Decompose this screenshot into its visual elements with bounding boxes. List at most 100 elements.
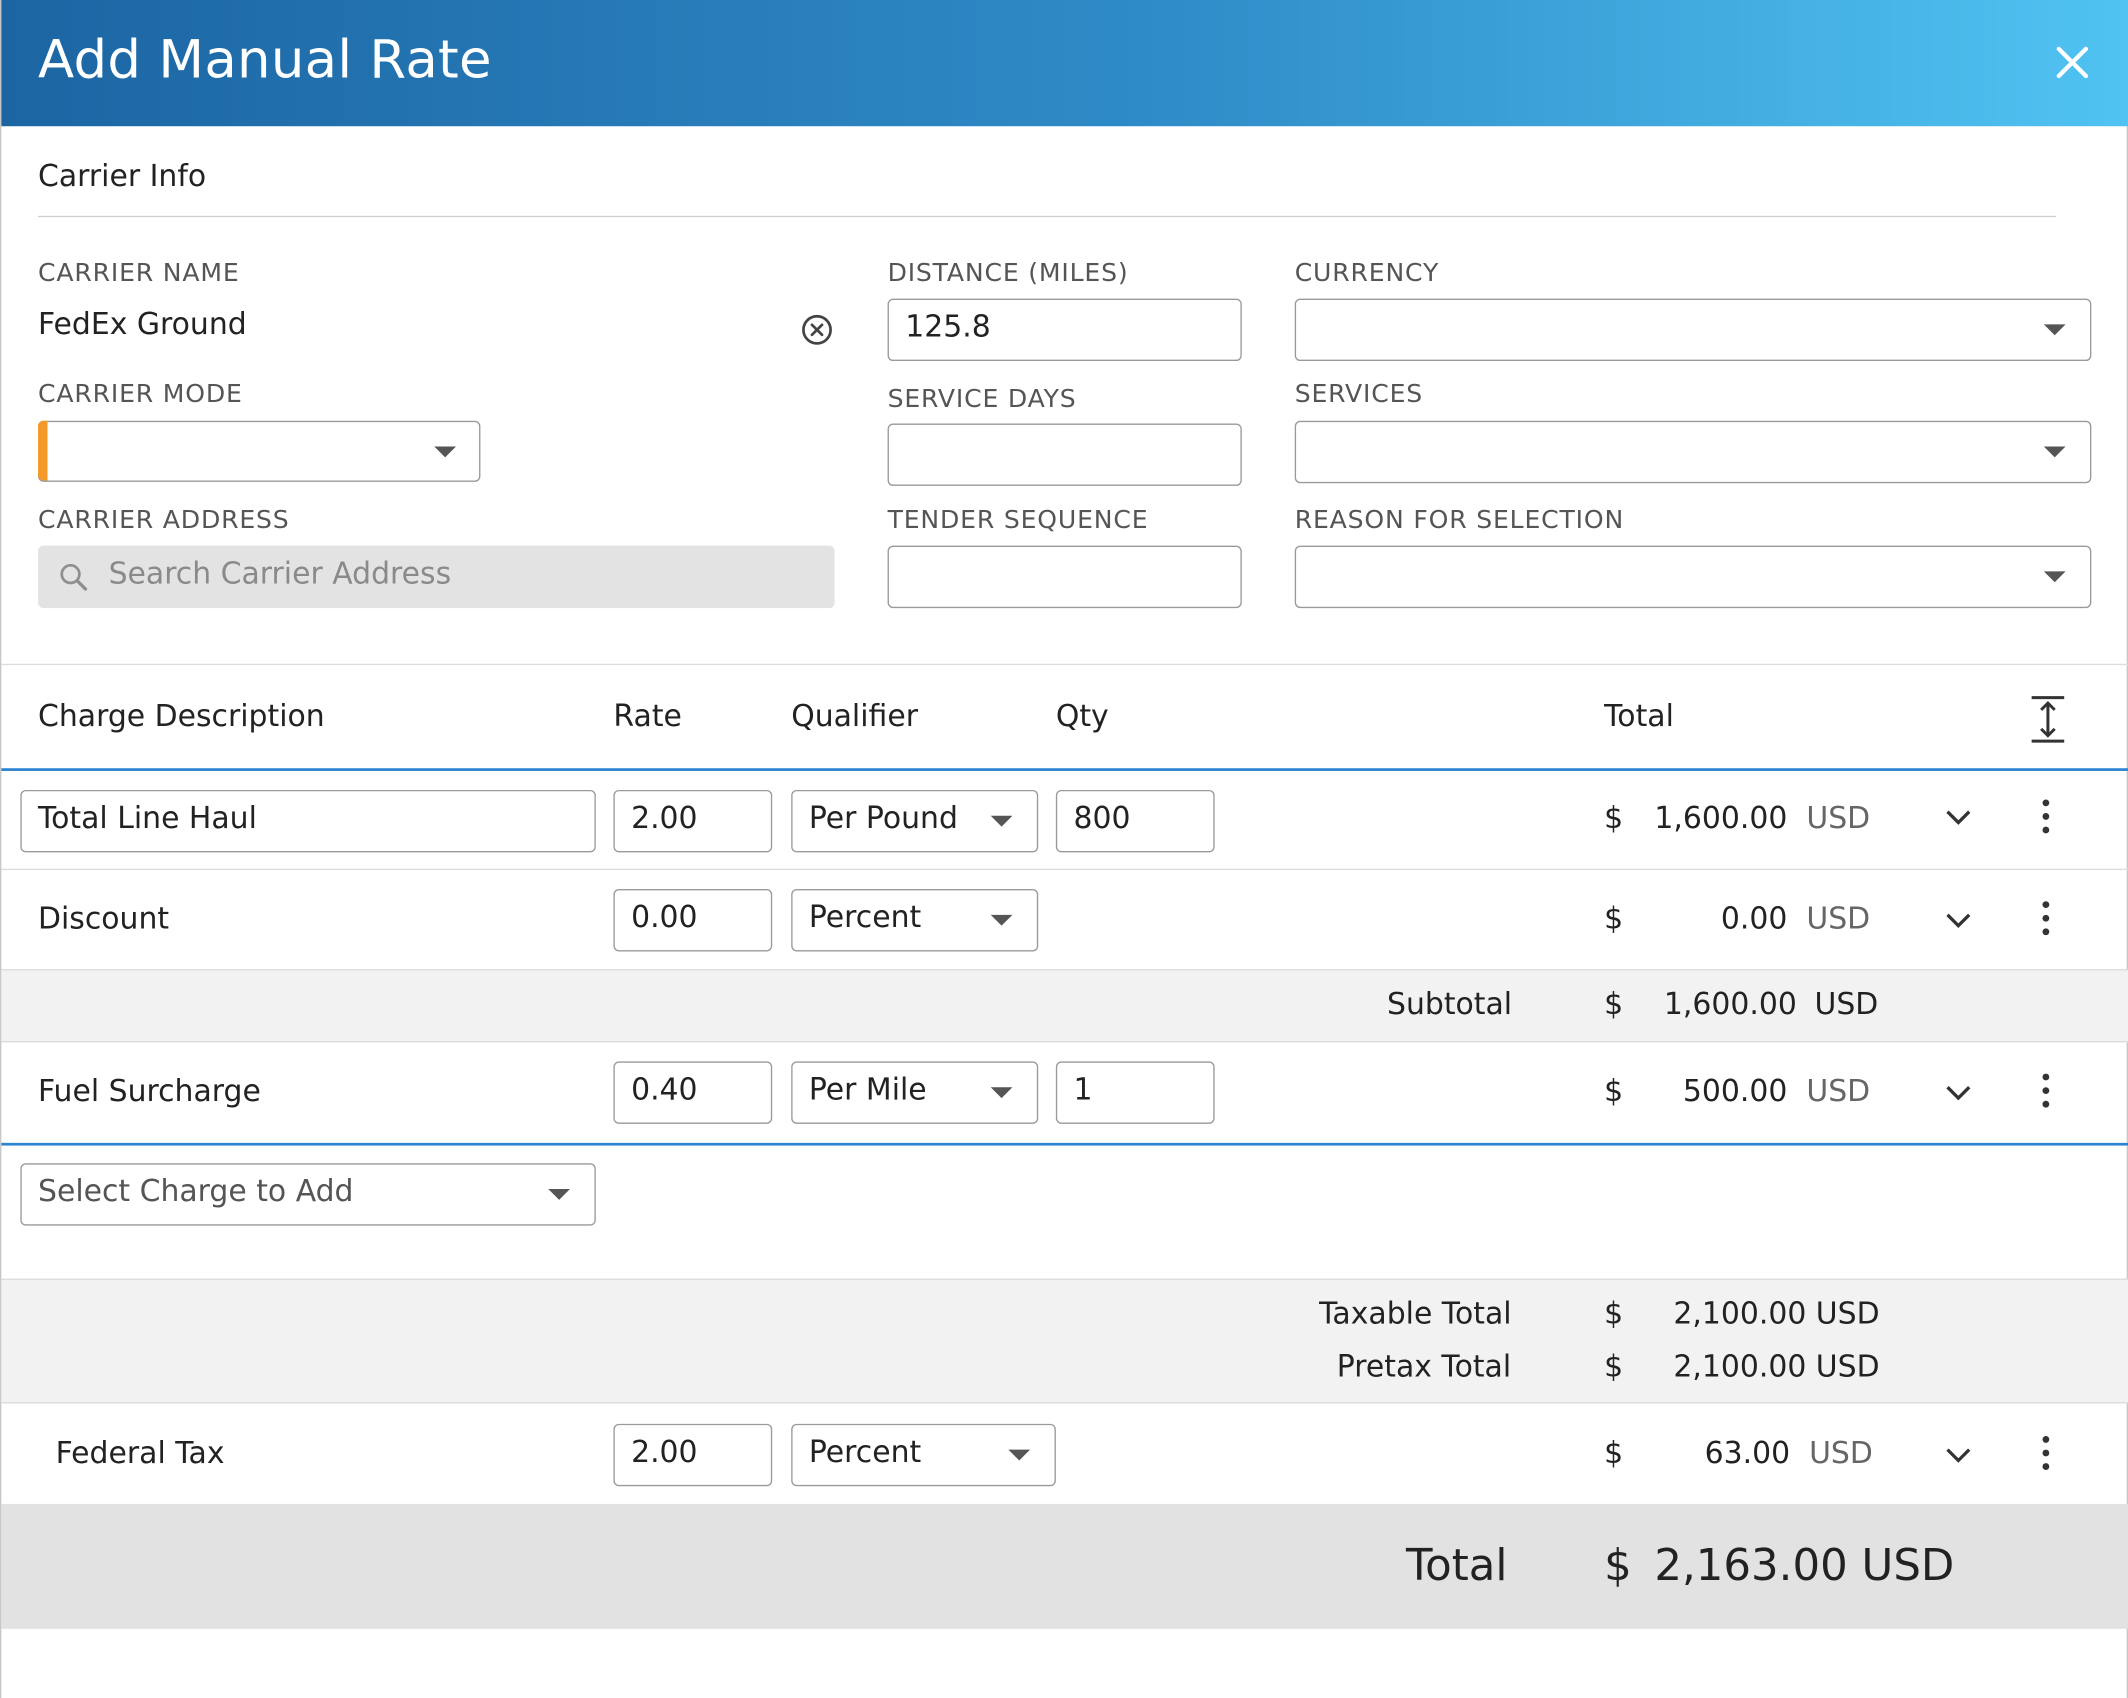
tender-sequence-input[interactable]: [887, 545, 1242, 609]
caret-down-icon: [548, 1189, 570, 1200]
tax-description-label: Federal Tax: [55, 1437, 225, 1472]
currency-symbol: $: [1604, 1350, 1624, 1385]
row-divider: [1, 1142, 2128, 1146]
close-icon[interactable]: [2048, 38, 2097, 87]
dialog-title: Add Manual Rate: [37, 29, 492, 91]
kebab-menu-icon[interactable]: [2042, 1073, 2050, 1112]
rate-input[interactable]: 2.00: [613, 1423, 773, 1487]
pretax-total-label: Pretax Total: [1336, 1350, 1512, 1385]
section-divider: [37, 215, 2057, 218]
table-header-divider: [1, 768, 2128, 771]
distance-label: DISTANCE (MILES): [887, 259, 1129, 288]
distance-input[interactable]: 125.8: [887, 298, 1242, 362]
charge-description-value: Total Line Haul: [37, 802, 257, 837]
charge-description-label: Discount: [37, 902, 170, 937]
qualifier-value: Per Pound: [808, 802, 958, 837]
select-charge-to-add[interactable]: Select Charge to Add: [20, 1163, 596, 1226]
charge-total-currency: USD: [1806, 1074, 1871, 1109]
currency-symbol: $: [1604, 1297, 1624, 1332]
chevron-down-icon[interactable]: [1945, 1447, 1972, 1463]
currency-label: CURRENCY: [1294, 259, 1440, 288]
charge-total-currency: USD: [1806, 902, 1871, 937]
required-marker: [37, 420, 48, 481]
services-select[interactable]: [1294, 420, 2092, 484]
grand-total-amount: 2,163.00 USD: [1654, 1539, 1955, 1591]
tax-total-currency: USD: [1809, 1437, 1873, 1472]
qty-input[interactable]: 800: [1055, 789, 1215, 853]
rate-value: 0.00: [631, 901, 698, 936]
charge-total-amount: 1,600.00: [1654, 802, 1788, 837]
qty-input[interactable]: 1: [1055, 1061, 1215, 1124]
clear-circle-icon[interactable]: [801, 314, 834, 347]
tax-total-amount: 63.00: [1704, 1437, 1791, 1472]
subtotal-amount: 1,600.00: [1663, 988, 1797, 1023]
currency-symbol: $: [1604, 1437, 1624, 1472]
charge-total-amount: 0.00: [1720, 902, 1788, 937]
subtotal-label: Subtotal: [1386, 988, 1513, 1023]
caret-down-icon: [990, 815, 1013, 827]
grand-total-row: Total $ 2,163.00 USD: [1, 1503, 2128, 1629]
services-label: SERVICES: [1294, 380, 1424, 409]
select-charge-placeholder: Select Charge to Add: [37, 1175, 354, 1210]
rate-input[interactable]: 0.40: [613, 1061, 773, 1124]
header-rate: Rate: [613, 700, 682, 735]
chevron-down-icon[interactable]: [1945, 1084, 1972, 1101]
carrier-name-label: CARRIER NAME: [37, 259, 240, 288]
service-days-label: SERVICE DAYS: [887, 385, 1077, 414]
qualifier-select[interactable]: Percent: [791, 889, 1039, 952]
expand-vertical-icon[interactable]: [2029, 695, 2067, 744]
caret-down-icon: [434, 446, 456, 458]
caret-down-icon: [2043, 571, 2066, 583]
rate-value: 0.40: [631, 1073, 698, 1108]
carrier-address-search-input[interactable]: Search Carrier Address: [37, 545, 835, 609]
charge-total-currency: USD: [1806, 802, 1871, 837]
service-days-input[interactable]: [887, 423, 1242, 486]
qualifier-value: Per Mile: [808, 1073, 927, 1108]
charge-description-label: Fuel Surcharge: [37, 1074, 261, 1109]
caret-down-icon: [2043, 324, 2066, 336]
taxable-total-label: Taxable Total: [1319, 1297, 1512, 1332]
carrier-address-label: CARRIER ADDRESS: [37, 506, 290, 535]
carrier-address-placeholder: Search Carrier Address: [108, 557, 452, 592]
carrier-name-value: FedEx Ground: [37, 308, 247, 343]
rate-input[interactable]: 0.00: [613, 889, 773, 952]
rate-value: 2.00: [631, 802, 698, 837]
row-divider: [1, 868, 2128, 871]
currency-symbol: $: [1604, 802, 1624, 837]
dialog-header: Add Manual Rate: [1, 0, 2128, 127]
chevron-down-icon[interactable]: [1945, 809, 1972, 825]
qualifier-value: Percent: [808, 1436, 922, 1470]
qualifier-select[interactable]: Per Mile: [791, 1061, 1039, 1124]
currency-symbol: $: [1604, 902, 1624, 937]
caret-down-icon: [2043, 446, 2066, 458]
kebab-menu-icon[interactable]: [2042, 901, 2050, 939]
header-qualifier: Qualifier: [791, 700, 918, 735]
qty-value: 1: [1073, 1073, 1093, 1108]
kebab-menu-icon[interactable]: [2042, 799, 2050, 837]
qualifier-value: Percent: [808, 901, 922, 936]
reason-select[interactable]: [1294, 545, 2092, 609]
qualifier-select[interactable]: Per Pound: [791, 789, 1039, 853]
currency-select[interactable]: [1294, 298, 2092, 362]
charge-description-input[interactable]: Total Line Haul: [20, 789, 596, 853]
qualifier-select[interactable]: Percent: [791, 1423, 1056, 1487]
kebab-menu-icon[interactable]: [2042, 1436, 2050, 1474]
tender-sequence-label: TENDER SEQUENCE: [887, 506, 1149, 535]
add-manual-rate-dialog: Add Manual Rate Carrier Info CARRIER NAM…: [0, 0, 2128, 1698]
grand-total-label: Total: [1405, 1539, 1508, 1591]
caret-down-icon: [1008, 1449, 1031, 1461]
currency-symbol: $: [1604, 1074, 1624, 1109]
rate-input[interactable]: 2.00: [613, 789, 773, 853]
totals-summary: Taxable Total $ 2,100.00 USD Pretax Tota…: [1, 1278, 2128, 1404]
currency-symbol: $: [1604, 1539, 1632, 1591]
subtotal-row: Subtotal $ 1,600.00 USD: [1, 969, 2128, 1043]
reason-label: REASON FOR SELECTION: [1294, 506, 1625, 535]
carrier-mode-select[interactable]: [37, 420, 481, 482]
section-divider: [1, 663, 2128, 666]
chevron-down-icon[interactable]: [1945, 912, 1972, 928]
subtotal-currency: USD: [1814, 988, 1879, 1023]
qty-value: 800: [1073, 802, 1131, 837]
caret-down-icon: [990, 914, 1013, 926]
pretax-total-amount: 2,100.00 USD: [1673, 1350, 1880, 1385]
charge-total-amount: 500.00: [1682, 1074, 1788, 1109]
